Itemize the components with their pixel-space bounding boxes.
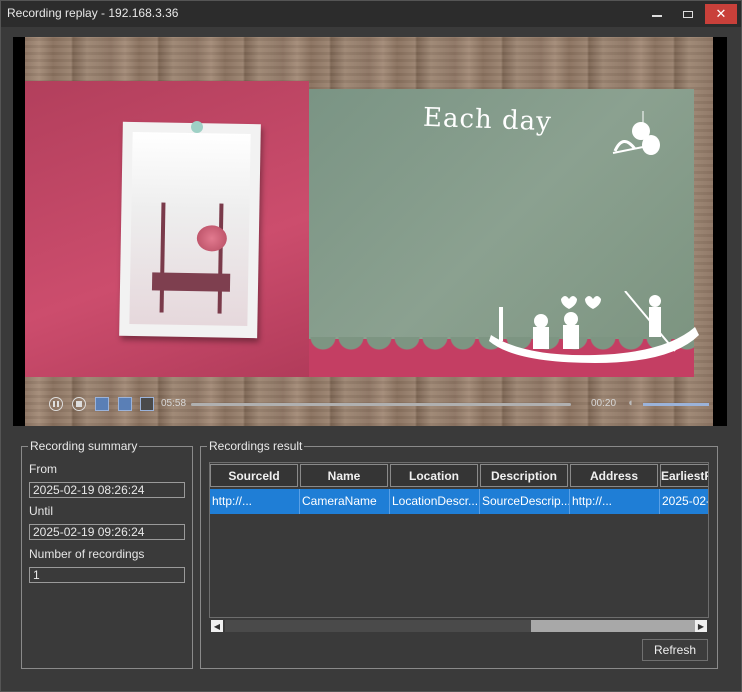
column-header-name[interactable]: Name bbox=[300, 464, 388, 487]
table-cell-earliest[interactable]: 2025-02- bbox=[660, 489, 708, 514]
refresh-button[interactable]: Refresh bbox=[642, 639, 708, 661]
close-button[interactable]: ✕ bbox=[705, 4, 737, 24]
scroll-thumb[interactable] bbox=[531, 620, 707, 632]
recordings-count-label: Number of recordings bbox=[29, 547, 145, 561]
column-header-description[interactable]: Description bbox=[480, 464, 568, 487]
scroll-track[interactable] bbox=[225, 620, 707, 632]
column-header-sourceid[interactable]: SourceId bbox=[210, 464, 298, 487]
from-label: From bbox=[29, 462, 57, 476]
close-icon: ✕ bbox=[715, 6, 727, 21]
recordings-table[interactable]: SourceId Name Location Description Addre… bbox=[209, 462, 709, 634]
player-controls: 05:58 00:20 ◖ bbox=[25, 397, 727, 426]
scroll-right-icon[interactable]: ▶ bbox=[695, 620, 707, 632]
window-title: Recording replay - 192.168.3.36 bbox=[7, 6, 179, 20]
recordings-count-field[interactable]: 1 bbox=[29, 567, 185, 583]
until-label: Until bbox=[29, 504, 54, 518]
maximize-icon bbox=[683, 10, 693, 18]
volume-icon[interactable]: ◖ bbox=[627, 397, 634, 409]
volume-slider[interactable] bbox=[643, 403, 709, 406]
scroll-left-icon[interactable]: ◀ bbox=[211, 620, 223, 632]
video-chair-seat bbox=[151, 272, 231, 292]
snapshot-icon[interactable] bbox=[118, 397, 132, 411]
table-cell-sourceid[interactable]: http://... bbox=[210, 489, 300, 514]
edit-icon[interactable] bbox=[95, 397, 109, 411]
minimize-icon bbox=[652, 15, 662, 17]
pause-button[interactable] bbox=[49, 397, 63, 411]
minimize-button[interactable] bbox=[643, 4, 671, 24]
progress-fill bbox=[191, 403, 571, 406]
video-overlay-text: Each day bbox=[422, 102, 553, 138]
column-header-address[interactable]: Address bbox=[570, 464, 658, 487]
video-pin bbox=[191, 121, 203, 133]
current-time: 05:58 bbox=[161, 398, 187, 409]
video-chair bbox=[159, 202, 224, 314]
end-time: 00:20 bbox=[591, 398, 617, 409]
stop-button[interactable] bbox=[72, 397, 86, 411]
column-header-earliest[interactable]: EarliestRe bbox=[660, 464, 708, 487]
record-icon[interactable] bbox=[140, 397, 154, 411]
until-field[interactable]: 2025-02-19 09:26:24 bbox=[29, 524, 185, 540]
from-field[interactable]: 2025-02-19 08:26:24 bbox=[29, 482, 185, 498]
maximize-button[interactable] bbox=[674, 4, 702, 24]
table-cell-name[interactable]: CameraName bbox=[300, 489, 390, 514]
horizontal-scrollbar[interactable]: ◀ ▶ bbox=[209, 617, 709, 634]
table-cell-address[interactable]: http://... bbox=[570, 489, 660, 514]
video-photo-inner bbox=[129, 131, 251, 327]
table-cell-description[interactable]: SourceDescrip... bbox=[480, 489, 570, 514]
recordings-result-legend: Recordings result bbox=[209, 439, 303, 453]
gondola-silhouette bbox=[489, 291, 699, 363]
recording-replay-window: Recording replay - 192.168.3.36 ✕ Each d… bbox=[0, 0, 742, 692]
recording-summary-legend: Recording summary bbox=[30, 439, 138, 453]
video-photo-frame bbox=[119, 121, 261, 339]
cupid-icon bbox=[612, 111, 660, 155]
video-player[interactable]: Each day 05:58 00:20 ◖ bbox=[13, 37, 727, 426]
title-bar: Recording replay - 192.168.3.36 ✕ bbox=[1, 1, 741, 27]
column-header-location[interactable]: Location bbox=[390, 464, 478, 487]
table-cell-location[interactable]: LocationDescr... bbox=[390, 489, 480, 514]
